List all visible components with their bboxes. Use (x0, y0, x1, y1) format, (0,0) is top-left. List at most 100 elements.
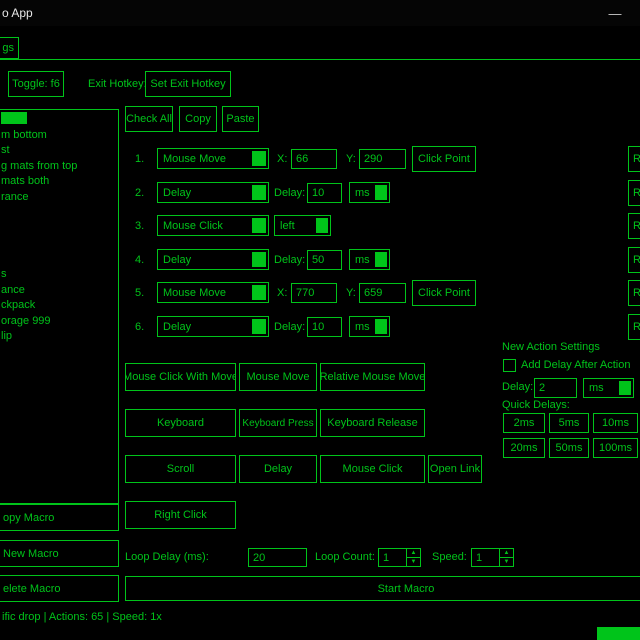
quick-delay-50ms-button[interactable]: 50ms (549, 438, 589, 458)
delay-unit-dropdown[interactable]: ms (349, 249, 390, 270)
set-exit-hotkey-label: Set Exit Hotkey (150, 78, 225, 90)
add-keyboard-button[interactable]: Keyboard (125, 409, 236, 437)
action-type-dropdown[interactable]: Mouse Click (157, 215, 269, 236)
button-label: opy Macro (3, 512, 54, 524)
dropdown-arrow-icon[interactable] (375, 185, 387, 200)
delay-input[interactable] (307, 317, 342, 337)
dropdown-arrow-icon[interactable] (252, 218, 266, 233)
paste-button[interactable]: Paste (222, 106, 259, 132)
add-mouse-click-with-move-button[interactable]: Mouse Click With Move (125, 363, 236, 391)
dropdown-arrow-icon[interactable] (252, 285, 266, 300)
loop-count-value: 1 (383, 552, 389, 564)
copy-label: Copy (185, 113, 211, 125)
delay-unit-dropdown[interactable]: ms (349, 316, 390, 337)
button-label: 10ms (602, 417, 629, 429)
x-label: X: (277, 146, 287, 172)
dropdown-arrow-icon[interactable] (252, 151, 266, 166)
spinner-down-icon[interactable]: ▼ (500, 558, 513, 566)
add-delay-button[interactable]: Delay (239, 455, 317, 483)
new-macro-button[interactable]: New Macro (0, 540, 119, 567)
remove-action-button[interactable]: R (628, 247, 640, 273)
resize-grip[interactable] (597, 627, 640, 640)
dropdown-arrow-icon[interactable] (252, 252, 266, 267)
quick-delay-2ms-button[interactable]: 2ms (503, 413, 545, 433)
delay-input[interactable] (307, 250, 342, 270)
add-delay-after-action-checkbox[interactable] (503, 359, 516, 372)
action-type-dropdown[interactable]: Delay (157, 316, 269, 337)
open-link-button[interactable]: Open Link (428, 455, 482, 483)
button-label: 20ms (511, 442, 538, 454)
action-type-dropdown[interactable]: Mouse Move (157, 282, 269, 303)
delay-unit-dropdown[interactable]: ms (349, 182, 390, 203)
settings-delay-label: Delay: (502, 381, 533, 393)
speed-spinner[interactable]: 1 ▲▼ (471, 548, 514, 567)
macro-list-item[interactable]: m bottom (0, 128, 118, 144)
remove-action-button[interactable]: R (628, 146, 640, 172)
minimize-button[interactable]: — (602, 3, 628, 23)
add-scroll-button[interactable]: Scroll (125, 455, 236, 483)
mouse-button-dropdown[interactable]: left (274, 215, 331, 236)
button-label: New Macro (3, 548, 59, 560)
copy-macro-button[interactable]: opy Macro (0, 504, 119, 531)
delay-input[interactable] (307, 183, 342, 203)
action-type-dropdown[interactable]: Delay (157, 182, 269, 203)
add-keyboard-press-button[interactable]: Keyboard Press (239, 409, 317, 437)
spinner-up-icon[interactable]: ▲ (407, 549, 420, 558)
action-type-dropdown[interactable]: Mouse Move (157, 148, 269, 169)
dropdown-arrow-icon[interactable] (619, 381, 631, 395)
copy-button[interactable]: Copy (179, 106, 217, 132)
spinner-up-icon[interactable]: ▲ (500, 549, 513, 558)
speed-label: Speed: (432, 551, 467, 563)
remove-action-button[interactable]: R (628, 280, 640, 306)
spinner-down-icon[interactable]: ▼ (407, 558, 420, 566)
y-input[interactable] (359, 149, 406, 169)
dropdown-arrow-icon[interactable] (375, 319, 387, 334)
quick-delay-20ms-button[interactable]: 20ms (503, 438, 545, 458)
macro-list-item-selected[interactable] (0, 112, 118, 128)
settings-delay-unit-dropdown[interactable]: ms (583, 378, 634, 398)
button-label: Keyboard Press (242, 418, 313, 429)
dropdown-arrow-icon[interactable] (252, 319, 266, 334)
action-number: 6. (135, 314, 144, 340)
quick-delays-label: Quick Delays: (502, 399, 570, 411)
delete-macro-button[interactable]: elete Macro (0, 575, 119, 602)
quick-delay-10ms-button[interactable]: 10ms (593, 413, 638, 433)
button-label: Keyboard Release (327, 417, 418, 429)
remove-action-button[interactable]: R (628, 180, 640, 206)
start-macro-button[interactable]: Start Macro (125, 576, 640, 601)
button-label: Relative Mouse Move (320, 371, 425, 383)
action-row-2: 2. Delay Delay: ms R (0, 180, 640, 206)
y-label: Y: (346, 146, 356, 172)
add-mouse-click-button[interactable]: Mouse Click (320, 455, 425, 483)
check-all-button[interactable]: Check All (125, 106, 173, 132)
x-input[interactable] (291, 283, 337, 303)
add-right-click-button[interactable]: Right Click (125, 501, 236, 529)
dropdown-arrow-icon[interactable] (375, 252, 387, 267)
dropdown-arrow-icon[interactable] (252, 185, 266, 200)
add-mouse-move-button[interactable]: Mouse Move (239, 363, 317, 391)
add-relative-mouse-move-button[interactable]: Relative Mouse Move (320, 363, 425, 391)
exit-hotkey-label: Exit Hotkey: (88, 78, 147, 90)
window-title: o App (2, 6, 33, 20)
delay-label: Delay: (274, 180, 305, 206)
settings-delay-input[interactable] (534, 378, 577, 398)
click-point-button[interactable]: Click Point (412, 280, 476, 306)
add-keyboard-release-button[interactable]: Keyboard Release (320, 409, 425, 437)
action-type-dropdown[interactable]: Delay (157, 249, 269, 270)
remove-action-button[interactable]: R (628, 213, 640, 239)
toggle-hotkey-button[interactable]: Toggle: f6 (8, 71, 64, 97)
dropdown-arrow-icon[interactable] (316, 218, 328, 233)
set-exit-hotkey-button[interactable]: Set Exit Hotkey (145, 71, 231, 97)
loop-count-spinner[interactable]: 1 ▲▼ (378, 548, 421, 567)
loop-delay-input[interactable] (248, 548, 307, 567)
action-type-value: Mouse Move (163, 287, 226, 299)
quick-delay-100ms-button[interactable]: 100ms (593, 438, 638, 458)
action-type-value: Mouse Click (163, 220, 223, 232)
click-point-button[interactable]: Click Point (412, 146, 476, 172)
remove-action-button[interactable]: R (628, 314, 640, 340)
tab-settings[interactable]: gs (0, 37, 19, 59)
quick-delay-5ms-button[interactable]: 5ms (549, 413, 589, 433)
x-input[interactable] (291, 149, 337, 169)
delay-label: Delay: (274, 247, 305, 273)
y-input[interactable] (359, 283, 406, 303)
